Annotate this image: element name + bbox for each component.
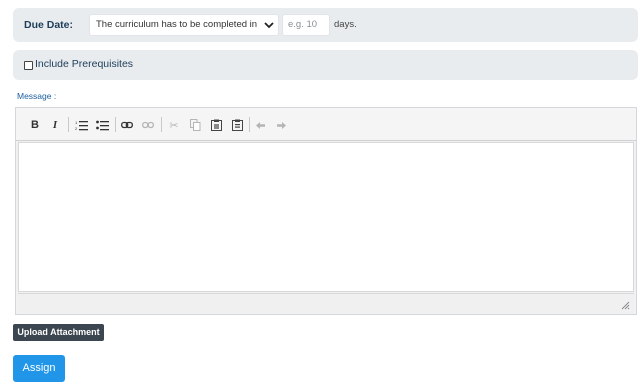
days-input-placeholder: e.g. 10 [288,19,318,30]
assign-form: Due Date: The curriculum has to be compl… [0,0,644,386]
message-editor: B I 12 ✂ [15,107,637,315]
due-date-select-value: The curriculum has to be completed in [96,19,258,30]
editor-toolbar: B I 12 ✂ [16,108,636,141]
days-suffix: days. [334,19,357,30]
paste-icon[interactable] [208,117,224,133]
svg-text:2: 2 [75,126,78,131]
due-date-label: Due Date: [24,19,74,31]
cut-icon[interactable]: ✂ [166,117,182,133]
paste-text-icon[interactable] [229,117,245,133]
include-prerequisites-label[interactable]: Include Prerequisites [35,58,133,70]
toolbar-separator [161,117,162,132]
numbered-list-icon[interactable]: 12 [73,117,89,133]
chevron-down-icon [264,22,274,29]
due-date-select[interactable]: The curriculum has to be completed in [89,14,279,36]
toolbar-separator [68,117,69,132]
upload-attachment-button[interactable]: Upload Attachment [13,324,104,341]
bold-icon[interactable]: B [27,117,43,133]
unlink-icon[interactable] [140,117,156,133]
svg-text:1: 1 [75,120,78,125]
resize-handle-icon[interactable] [620,300,630,310]
italic-icon[interactable]: I [47,117,63,133]
message-label: Message : [17,91,57,101]
toolbar-separator [249,117,250,132]
editor-status-bar [18,293,634,313]
toolbar-separator [115,117,116,132]
bulleted-list-icon[interactable] [94,117,110,133]
include-prerequisites-checkbox[interactable] [24,61,33,70]
prerequisites-panel: Include Prerequisites [13,50,638,80]
link-icon[interactable] [119,117,135,133]
message-text-area[interactable] [18,142,634,292]
due-date-panel: Due Date: The curriculum has to be compl… [13,8,638,42]
undo-icon[interactable] [252,117,268,133]
assign-button[interactable]: Assign [13,355,65,382]
redo-icon[interactable] [273,117,289,133]
days-input[interactable]: e.g. 10 [282,14,330,36]
copy-icon[interactable] [187,117,203,133]
